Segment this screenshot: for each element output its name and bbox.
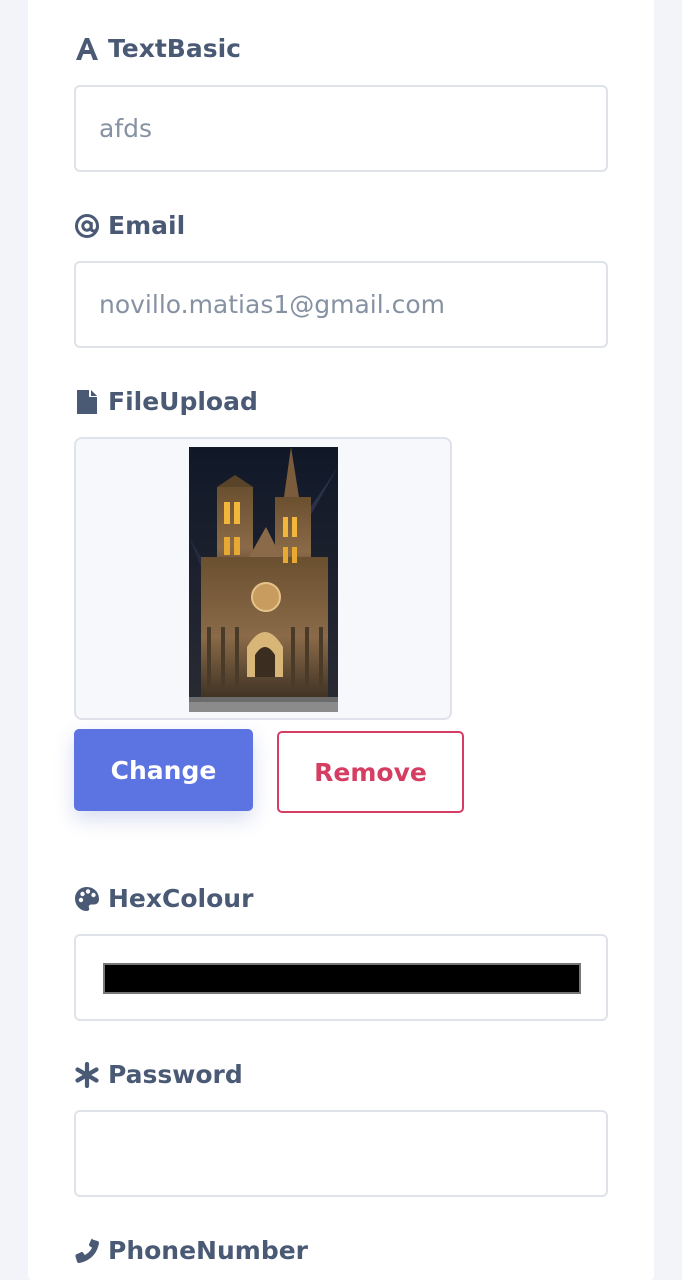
change-file-button[interactable]: Change — [74, 729, 253, 811]
phone-icon — [74, 1238, 100, 1264]
fileupload-label-text: FileUpload — [108, 387, 258, 416]
hexcolour-label-text: HexColour — [108, 884, 254, 913]
at-icon — [74, 213, 100, 239]
email-value: novillo.matias1@gmail.com — [99, 290, 446, 319]
hexcolour-input[interactable] — [74, 934, 608, 1021]
hexcolour-label: HexColour — [74, 884, 253, 914]
palette-icon — [74, 886, 100, 912]
phonenumber-label: PhoneNumber — [74, 1236, 308, 1266]
textbasic-input[interactable]: afds — [74, 85, 608, 172]
email-label-text: Email — [108, 211, 186, 240]
file-icon — [74, 389, 100, 415]
fileupload-label: FileUpload — [74, 387, 258, 417]
password-label: Password — [74, 1060, 243, 1090]
phonenumber-label-text: PhoneNumber — [108, 1236, 308, 1265]
asterisk-icon — [74, 1062, 100, 1088]
file-dropzone[interactable] — [74, 437, 452, 720]
password-label-text: Password — [108, 1060, 243, 1089]
textbasic-label: TextBasic — [74, 34, 241, 64]
color-swatch[interactable] — [103, 963, 581, 994]
uploaded-image-preview — [189, 447, 338, 712]
textbasic-label-text: TextBasic — [108, 34, 241, 63]
font-icon — [74, 36, 100, 62]
email-label: Email — [74, 211, 185, 241]
textbasic-value: afds — [99, 114, 153, 143]
remove-file-button[interactable]: Remove — [277, 731, 464, 813]
email-input[interactable]: novillo.matias1@gmail.com — [74, 261, 608, 348]
password-input[interactable] — [74, 1110, 608, 1197]
